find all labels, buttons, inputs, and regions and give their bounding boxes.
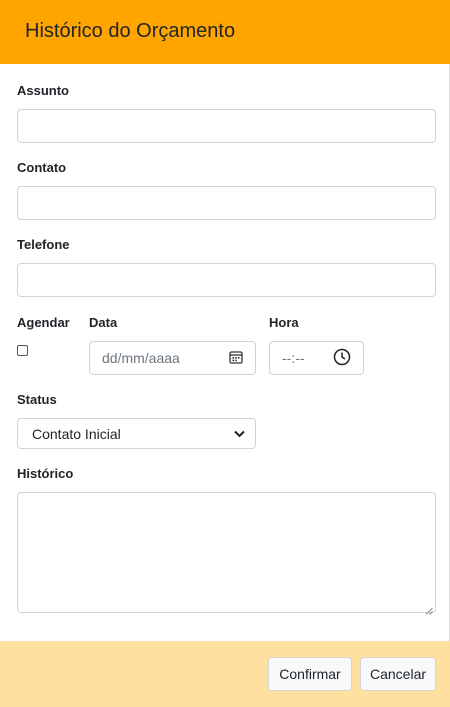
- contato-label: Contato: [17, 160, 67, 175]
- telefone-input[interactable]: [17, 263, 436, 297]
- budget-history-modal: Histórico do Orçamento Assunto Contato T…: [0, 0, 450, 707]
- status-label: Status: [17, 392, 57, 407]
- cancel-button[interactable]: Cancelar: [360, 657, 436, 691]
- assunto-input[interactable]: [17, 109, 436, 143]
- calendar-icon[interactable]: [229, 350, 243, 367]
- resize-handle-icon[interactable]: [425, 602, 433, 615]
- time-input[interactable]: --:--: [269, 341, 364, 375]
- status-select[interactable]: Contato Inicial: [17, 418, 256, 449]
- chevron-down-icon: [234, 427, 245, 441]
- confirm-button[interactable]: Confirmar: [268, 657, 352, 691]
- modal-title: Histórico do Orçamento: [25, 20, 236, 42]
- time-placeholder: --:--: [282, 350, 305, 366]
- modal-header: Histórico do Orçamento: [0, 0, 450, 64]
- date-placeholder: dd/mm/aaaa: [102, 350, 180, 366]
- assunto-label: Assunto: [17, 83, 69, 98]
- status-selected-value: Contato Inicial: [32, 425, 121, 442]
- historico-textarea[interactable]: [17, 492, 436, 615]
- date-input[interactable]: dd/mm/aaaa: [89, 341, 256, 375]
- historico-label: Histórico: [17, 466, 74, 481]
- agendar-label: Agendar: [17, 315, 70, 330]
- hora-label: Hora: [269, 315, 299, 330]
- telefone-label: Telefone: [17, 237, 70, 252]
- agendar-checkbox[interactable]: [17, 345, 28, 356]
- contato-input[interactable]: [17, 186, 436, 220]
- modal-footer: Confirmar Cancelar: [0, 641, 450, 707]
- data-label: Data: [89, 315, 118, 330]
- clock-icon[interactable]: [333, 348, 351, 369]
